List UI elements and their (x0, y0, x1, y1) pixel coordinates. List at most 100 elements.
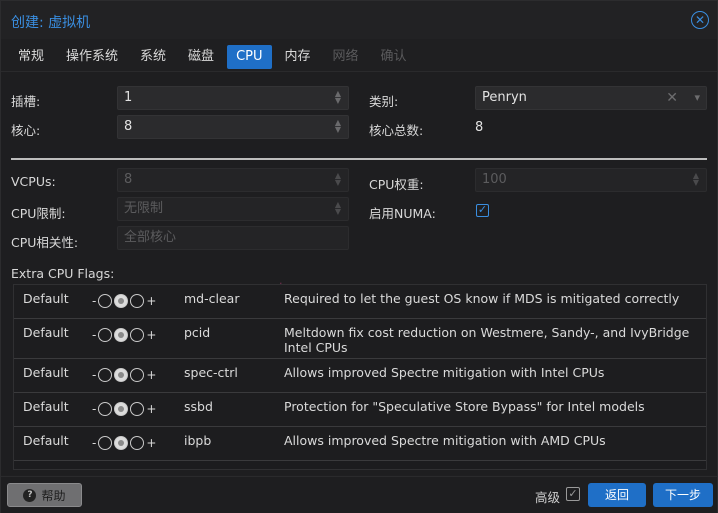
vcpus-value: 8 (124, 172, 133, 187)
flag-default-radio[interactable] (114, 328, 129, 342)
dialog-title: 创建: 虚拟机 (11, 15, 91, 31)
tab-cpu[interactable]: CPU (227, 45, 272, 69)
flag-state: Default (23, 433, 69, 448)
cpu-panel: 插槽: 1 ▲ ▼ 类别: Penryn ✕ ▾ 核心: 8 ▲ ▼ 核心总数: 8… (1, 71, 717, 475)
back-button[interactable]: 返回 (588, 483, 646, 507)
flag-on-radio[interactable] (130, 368, 145, 382)
affinity-input[interactable]: 全部核心 (117, 226, 349, 250)
tab-memory[interactable]: 内存 (276, 45, 320, 69)
flag-tristate: - + (92, 293, 156, 309)
cpu-weight-label: CPU权重: (369, 177, 424, 192)
flag-description: Required to let the guest OS know if MDS… (284, 291, 680, 306)
numa-checkbox[interactable]: ✓ (476, 204, 489, 217)
cores-label: 核心: (11, 123, 41, 138)
chevron-down-icon[interactable]: ▾ (694, 87, 700, 109)
flag-off-radio[interactable] (98, 328, 113, 342)
cores-input[interactable]: 8 ▲ ▼ (117, 115, 349, 139)
flag-on-radio[interactable] (130, 402, 145, 416)
extra-flags-title: Extra CPU Flags: (11, 266, 115, 281)
plus-label: + (146, 368, 157, 382)
tab-system[interactable]: 系统 (131, 45, 175, 69)
create-vm-dialog: 创建: 虚拟机 ✕ 常规 操作系统 系统 磁盘 CPU 内存 网络 确认 插槽:… (0, 0, 718, 513)
flag-name: ssbd (184, 399, 213, 414)
flag-default-radio[interactable] (114, 436, 129, 450)
flag-description: Protection for "Speculative Store Bypass… (284, 399, 645, 414)
next-button[interactable]: 下一步 (653, 483, 713, 507)
cpu-type-value: Penryn (482, 90, 527, 105)
advanced-checkbox[interactable]: ✓ (566, 487, 580, 501)
spinner-icon[interactable]: ▲ ▼ (333, 90, 343, 106)
flag-description: Meltdown fix cost reduction on Westmere,… (284, 325, 690, 355)
flag-off-radio[interactable] (98, 402, 113, 416)
flag-default-radio[interactable] (114, 402, 129, 416)
flag-off-radio[interactable] (98, 294, 113, 308)
minus-label: - (92, 436, 97, 450)
sockets-label: 插槽: (11, 94, 41, 109)
tab-disks[interactable]: 磁盘 (179, 45, 223, 69)
vcpus-input[interactable]: 8 ▲ ▼ (117, 168, 349, 192)
spinner-icon[interactable]: ▲ ▼ (691, 172, 701, 188)
cpu-flags-grid: Default - + md-clear Required to let the… (13, 284, 707, 470)
flag-tristate: - + (92, 327, 156, 343)
cpu-weight-value: 100 (482, 172, 507, 187)
help-button[interactable]: ? 帮助 (7, 483, 82, 507)
flag-name: md-clear (184, 291, 240, 306)
flag-default-radio[interactable] (114, 294, 129, 308)
numa-label: 启用NUMA: (369, 206, 436, 221)
advanced-label: 高级 (535, 490, 561, 505)
cores-value: 8 (124, 119, 133, 134)
flag-state: Default (23, 325, 69, 340)
flag-row: Default - + pcid Meltdown fix cost reduc… (14, 319, 706, 359)
spinner-icon[interactable]: ▲ ▼ (333, 172, 343, 188)
help-icon: ? (23, 488, 37, 502)
section-divider (11, 158, 707, 160)
flag-off-radio[interactable] (98, 368, 113, 382)
help-label: 帮助 (41, 488, 66, 503)
wizard-tabs: 常规 操作系统 系统 磁盘 CPU 内存 网络 确认 (9, 45, 416, 69)
flag-row: Default - + md-clear Required to let the… (14, 285, 706, 319)
flag-description: Allows improved Spectre mitigation with … (284, 433, 606, 448)
sockets-input[interactable]: 1 ▲ ▼ (117, 86, 349, 110)
cpu-limit-value: 无限制 (124, 201, 164, 216)
tab-general[interactable]: 常规 (9, 45, 53, 69)
vcpus-label: VCPUs: (11, 174, 56, 189)
flag-name: spec-ctrl (184, 365, 238, 380)
tab-confirm: 确认 (380, 49, 407, 64)
plus-label: + (146, 436, 157, 450)
flag-row: Default - + spec-ctrl Allows improved Sp… (14, 359, 706, 393)
dialog-footer: ? 帮助 高级 ✓ 返回 下一步 (1, 476, 717, 513)
minus-label: - (92, 294, 97, 308)
flag-name: pcid (184, 325, 211, 340)
close-icon[interactable]: ✕ (691, 11, 709, 29)
flag-default-radio[interactable] (114, 368, 129, 382)
flag-on-radio[interactable] (130, 436, 145, 450)
tab-network: 网络 (332, 49, 359, 64)
flag-state: Default (23, 291, 69, 306)
cpu-limit-input[interactable]: 无限制 ▲ ▼ (117, 197, 349, 221)
flag-state: Default (23, 399, 69, 414)
flag-state: Default (23, 365, 69, 380)
plus-label: + (146, 328, 157, 342)
sockets-value: 1 (124, 90, 133, 105)
plus-label: + (146, 402, 157, 416)
type-label: 类别: (369, 94, 399, 109)
spinner-icon[interactable]: ▲ ▼ (333, 119, 343, 135)
minus-label: - (92, 402, 97, 416)
flag-off-radio[interactable] (98, 436, 113, 450)
minus-label: - (92, 328, 97, 342)
cpu-type-combo[interactable]: Penryn ✕ ▾ (475, 86, 707, 110)
spinner-icon[interactable]: ▲ ▼ (333, 201, 343, 217)
cpu-limit-label: CPU限制: (11, 206, 66, 221)
tab-os[interactable]: 操作系统 (57, 45, 127, 69)
total-cores-label: 核心总数: (369, 123, 424, 138)
flag-row: Default - + ssbd Protection for "Specula… (14, 393, 706, 427)
plus-label: + (146, 294, 157, 308)
flag-row: Default - + ibpb Allows improved Spectre… (14, 427, 706, 461)
flag-on-radio[interactable] (130, 294, 145, 308)
flag-tristate: - + (92, 435, 156, 451)
flag-tristate: - + (92, 367, 156, 383)
flag-on-radio[interactable] (130, 328, 145, 342)
clear-icon[interactable]: ✕ (666, 87, 678, 109)
affinity-placeholder: 全部核心 (124, 230, 177, 245)
cpu-weight-input[interactable]: 100 ▲ ▼ (475, 168, 707, 192)
